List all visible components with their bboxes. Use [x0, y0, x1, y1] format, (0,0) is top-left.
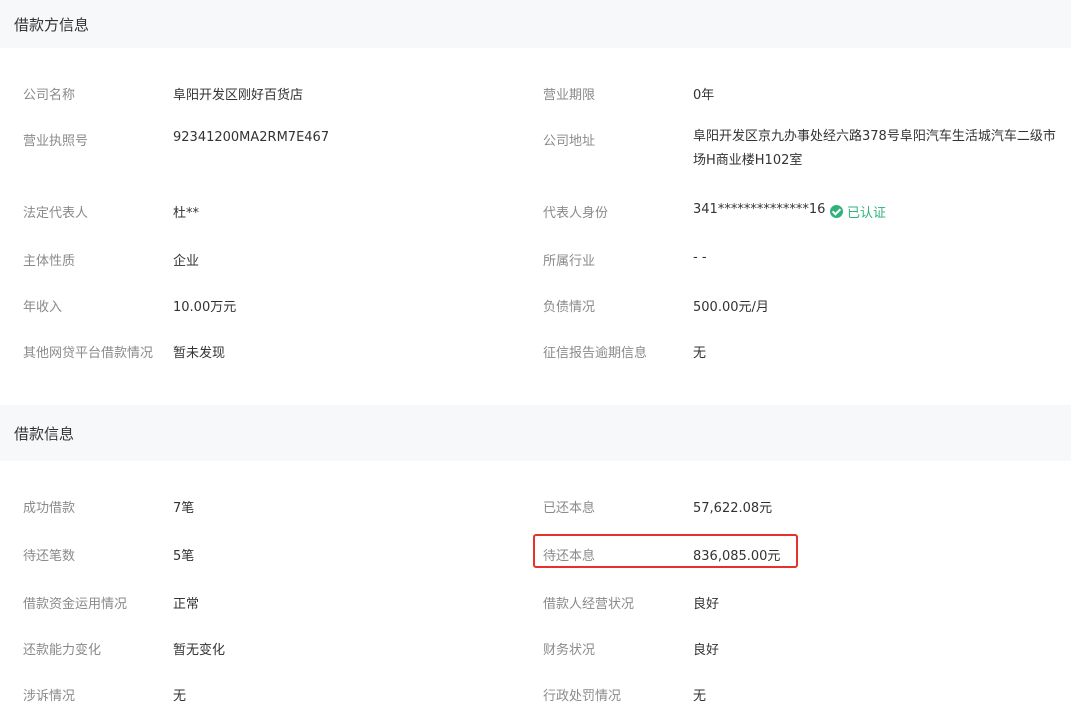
loan-section-title: 借款信息 — [14, 424, 75, 443]
repay-ability-label: 还款能力变化 — [23, 643, 102, 658]
business-term-value: 0年 — [693, 88, 715, 103]
litigation-label: 涉诉情况 — [23, 689, 76, 704]
litigation-value: 无 — [173, 689, 187, 704]
fund-usage-value: 正常 — [173, 597, 200, 612]
credit-overdue-value: 无 — [693, 346, 707, 361]
entity-type-label: 主体性质 — [23, 254, 76, 269]
pending-loans-value: 5笔 — [173, 549, 195, 564]
annual-income-label: 年收入 — [23, 300, 63, 315]
other-platform-label: 其他网贷平台借款情况 — [23, 346, 154, 361]
industry-label: 所属行业 — [543, 254, 596, 269]
legal-rep-label: 法定代表人 — [23, 206, 89, 221]
admin-penalty-value: 无 — [693, 689, 707, 704]
verified-label: 已认证 — [847, 206, 887, 221]
borrower-info-table: 公司名称 阜阳开发区刚好百货店 营业期限 0年 营业执照号 92341200MA… — [0, 48, 1071, 405]
credit-overdue-label: 征信报告逾期信息 — [543, 346, 648, 361]
loan-section-header: 借款信息 — [0, 405, 1071, 461]
legal-rep-value: 杜** — [173, 206, 200, 221]
debt-label: 负债情况 — [543, 300, 596, 315]
company-address-label: 公司地址 — [543, 134, 596, 149]
operation-status-value: 良好 — [693, 597, 720, 612]
operation-status-label: 借款人经营状况 — [543, 597, 635, 612]
admin-penalty-label: 行政处罚情况 — [543, 689, 622, 704]
borrower-section-header: 借款方信息 — [0, 0, 1071, 48]
check-circle-icon — [830, 205, 843, 218]
company-name-label: 公司名称 — [23, 88, 76, 103]
rep-id-value: 341**************16 — [693, 202, 826, 217]
verified-badge: 已认证 — [830, 202, 886, 221]
repaid-amount-value: 57,622.08元 — [693, 501, 773, 516]
license-number-label: 营业执照号 — [23, 134, 89, 149]
pending-amount-label: 待还本息 — [543, 549, 596, 564]
pending-amount-value: 836,085.00元 — [693, 549, 781, 564]
company-name-value: 阜阳开发区刚好百货店 — [173, 88, 304, 103]
license-number-value: 92341200MA2RM7E467 — [173, 130, 330, 145]
rep-id-label: 代表人身份 — [543, 206, 609, 221]
borrower-section-title: 借款方信息 — [14, 15, 90, 34]
repaid-amount-label: 已还本息 — [543, 501, 596, 516]
fund-usage-label: 借款资金运用情况 — [23, 597, 128, 612]
debt-value: 500.00元/月 — [693, 300, 769, 315]
financial-status-value: 良好 — [693, 643, 720, 658]
repay-ability-value: 暂无变化 — [173, 643, 226, 658]
pending-loans-label: 待还笔数 — [23, 549, 76, 564]
business-term-label: 营业期限 — [543, 88, 596, 103]
industry-value: - - — [693, 250, 707, 265]
annual-income-value: 10.00万元 — [173, 300, 237, 315]
entity-type-value: 企业 — [173, 254, 200, 269]
company-address-value: 阜阳开发区京九办事处经六路378号阜阳汽车生活城汽车二级市场H商业楼H102室 — [693, 129, 1056, 168]
successful-loans-value: 7笔 — [173, 501, 195, 516]
other-platform-value: 暂未发现 — [173, 346, 226, 361]
loan-info-table: 成功借款 7笔 已还本息 57,622.08元 待还笔数 5笔 待还本息 836… — [0, 461, 1071, 716]
successful-loans-label: 成功借款 — [23, 501, 76, 516]
financial-status-label: 财务状况 — [543, 643, 596, 658]
